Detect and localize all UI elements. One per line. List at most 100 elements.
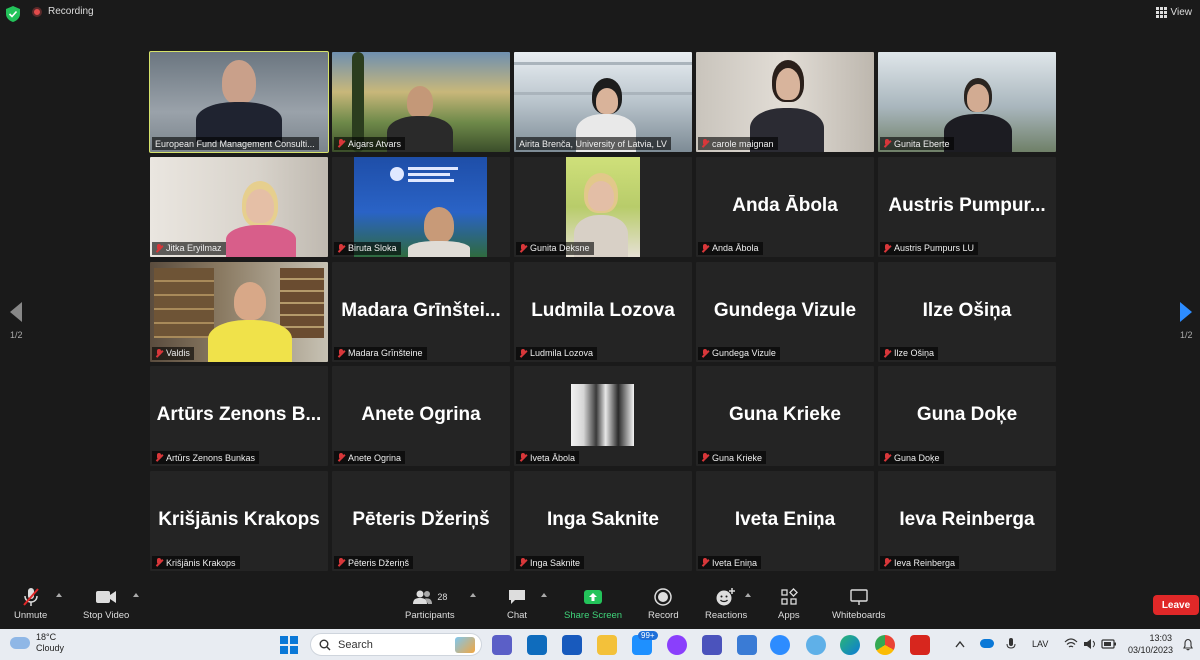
participant-display-name: Ilze Ošiņa	[922, 299, 1012, 321]
participant-tile[interactable]: Anete Ogrina Anete Ogrina	[332, 366, 510, 467]
participant-tile[interactable]: Austris Pumpur... Austris Pumpurs LU	[878, 156, 1056, 257]
participant-display-name: Austris Pumpur...	[888, 194, 1046, 216]
app-circle-icon[interactable]	[667, 635, 687, 655]
audio-options-caret-icon[interactable]	[56, 593, 62, 597]
microphone-tray-icon[interactable]	[1006, 637, 1016, 651]
participant-name-label: Ieva Reinberga	[880, 556, 960, 569]
view-button[interactable]: View	[1155, 7, 1192, 18]
notepad-icon[interactable]	[737, 635, 757, 655]
muted-mic-icon	[701, 558, 709, 567]
wifi-icon[interactable]	[1064, 638, 1078, 650]
participant-name-label: Valdis	[152, 346, 194, 360]
participant-tile[interactable]: Madara Grīnštei... Madara Grīnšteine	[332, 261, 510, 362]
record-button[interactable]: Record	[648, 585, 679, 621]
page-indicator-left: 1/2	[10, 330, 23, 340]
muted-mic-icon	[337, 243, 345, 253]
participant-tile[interactable]: Gunita Eberte	[878, 52, 1056, 152]
reactions-options-caret-icon[interactable]	[745, 593, 751, 597]
meeting-controls-bar: Unmute Stop Video 28 Participants Chat S…	[0, 585, 1200, 627]
taskbar-search[interactable]: Search	[310, 633, 482, 656]
windows-start-icon[interactable]	[280, 636, 298, 654]
participant-tile[interactable]: Gunita Deksne	[514, 156, 692, 257]
battery-icon[interactable]	[1101, 638, 1117, 650]
participants-button[interactable]: 28 Participants	[405, 585, 455, 621]
chat-bubble-icon	[509, 590, 526, 604]
word-icon[interactable]	[562, 635, 582, 655]
participant-tile[interactable]: Ludmila Lozova Ludmila Lozova	[514, 261, 692, 362]
stop-video-button[interactable]: Stop Video	[83, 585, 129, 621]
volume-icon[interactable]	[1083, 638, 1097, 650]
system-clock[interactable]: 13:03 03/10/2023	[1128, 632, 1174, 656]
participant-tile[interactable]: Inga Saknite Inga Saknite	[514, 471, 692, 571]
clock-date: 03/10/2023	[1128, 645, 1174, 655]
muted-mic-icon	[155, 453, 163, 462]
participant-tile[interactable]: Biruta Sloka	[332, 156, 510, 257]
participant-display-name: Artūrs Zenons B...	[156, 404, 322, 426]
participant-tile[interactable]: Krišjānis Krakops Krišjānis Krakops	[150, 471, 328, 571]
participant-tile[interactable]: Aigars Atvars	[332, 52, 510, 152]
participant-display-name: Gundega Vizule	[713, 299, 857, 321]
muted-mic-icon	[337, 139, 345, 148]
next-page-button[interactable]: 1/2	[1180, 302, 1193, 340]
file-explorer-icon[interactable]	[597, 635, 617, 655]
recording-indicator[interactable]: Recording	[32, 6, 94, 17]
participant-tile[interactable]: Valdis	[150, 261, 328, 362]
participant-display-name: Anete Ogrina	[361, 404, 481, 426]
participant-name-label: Artūrs Zenons Bunkas	[152, 451, 260, 465]
whiteboards-button[interactable]: Whiteboards	[832, 585, 885, 621]
chrome-browser-icon[interactable]	[875, 635, 895, 655]
notification-bell-icon[interactable]	[1182, 638, 1194, 651]
teams-icon[interactable]	[702, 635, 722, 655]
globe-app-icon[interactable]	[806, 635, 826, 655]
temperature: 18°C	[36, 632, 57, 642]
teams-chat-icon[interactable]	[492, 635, 512, 655]
grid-view-icon	[1155, 7, 1167, 18]
participant-display-name: Ieva Reinberga	[899, 509, 1035, 530]
previous-page-button[interactable]: 1/2	[10, 302, 23, 340]
participant-tile[interactable]: Ieva Reinberga Ieva Reinberga	[878, 471, 1056, 571]
edge-browser-icon[interactable]	[840, 635, 860, 655]
leave-button[interactable]: Leave	[1153, 595, 1199, 615]
participant-tile[interactable]: Gundega Vizule Gundega Vizule	[696, 261, 874, 362]
onedrive-cloud-icon[interactable]	[980, 639, 994, 648]
participant-tile[interactable]: Iveta Eniņa Iveta Eniņa	[696, 471, 874, 571]
muted-mic-icon	[337, 453, 345, 462]
acrobat-pdf-icon[interactable]	[910, 635, 930, 655]
participant-display-name: Inga Saknite	[547, 509, 659, 530]
record-dot-icon	[32, 6, 42, 17]
participant-tile[interactable]: carole maignan	[696, 52, 874, 152]
participant-name-label: Ludmila Lozova	[516, 346, 598, 360]
participants-options-caret-icon[interactable]	[470, 593, 476, 597]
video-options-caret-icon[interactable]	[133, 593, 139, 597]
participant-tile[interactable]: Pēteris Džeriņš Pēteris Džeriņš	[332, 471, 510, 571]
language-indicator[interactable]: LAV	[1032, 639, 1048, 649]
participant-tile[interactable]: European Fund Management Consulti...	[149, 51, 329, 153]
participant-display-name: Guna Krieke	[729, 404, 841, 426]
participant-tile[interactable]: Anda Ābola Anda Ābola	[696, 156, 874, 257]
unmute-button[interactable]: Unmute	[14, 585, 47, 621]
muted-mic-icon	[883, 139, 891, 148]
share-screen-button[interactable]: Share Screen	[564, 585, 622, 621]
outlook-icon[interactable]	[527, 635, 547, 655]
participant-tile[interactable]: Airita Brenča, University of Latvia, LV	[514, 52, 692, 152]
chat-button[interactable]: Chat	[507, 585, 527, 621]
participant-tile[interactable]: Guna Krieke Guna Krieke	[696, 366, 874, 467]
participant-tile[interactable]: Jitka Eryilmaz	[150, 156, 328, 257]
participant-display-name: Madara Grīnštei...	[341, 299, 501, 321]
participant-tile[interactable]: Ilze Ošiņa Ilze Ošiņa	[878, 261, 1056, 362]
chevron-up-icon[interactable]	[955, 640, 965, 648]
arrow-right-icon	[1180, 302, 1193, 322]
zoom-app-icon[interactable]	[770, 635, 790, 655]
participant-tile[interactable]: Iveta Ābola	[514, 366, 692, 467]
reactions-button[interactable]: Reactions	[705, 585, 747, 621]
apps-button[interactable]: Apps	[778, 585, 800, 621]
weather-widget[interactable]: 18°C Cloudy	[10, 632, 64, 654]
participant-name-label: Anete Ogrina	[334, 451, 406, 465]
participant-name-label: Gunita Deksne	[516, 241, 594, 255]
muted-mic-icon	[519, 348, 527, 358]
participant-tile[interactable]: Guna Doķe Guna Doķe	[878, 366, 1056, 467]
participant-tile[interactable]: Artūrs Zenons B... Artūrs Zenons Bunkas	[150, 366, 328, 467]
security-shield-icon[interactable]	[6, 6, 20, 22]
apps-icon	[781, 588, 798, 605]
chat-options-caret-icon[interactable]	[541, 593, 547, 597]
